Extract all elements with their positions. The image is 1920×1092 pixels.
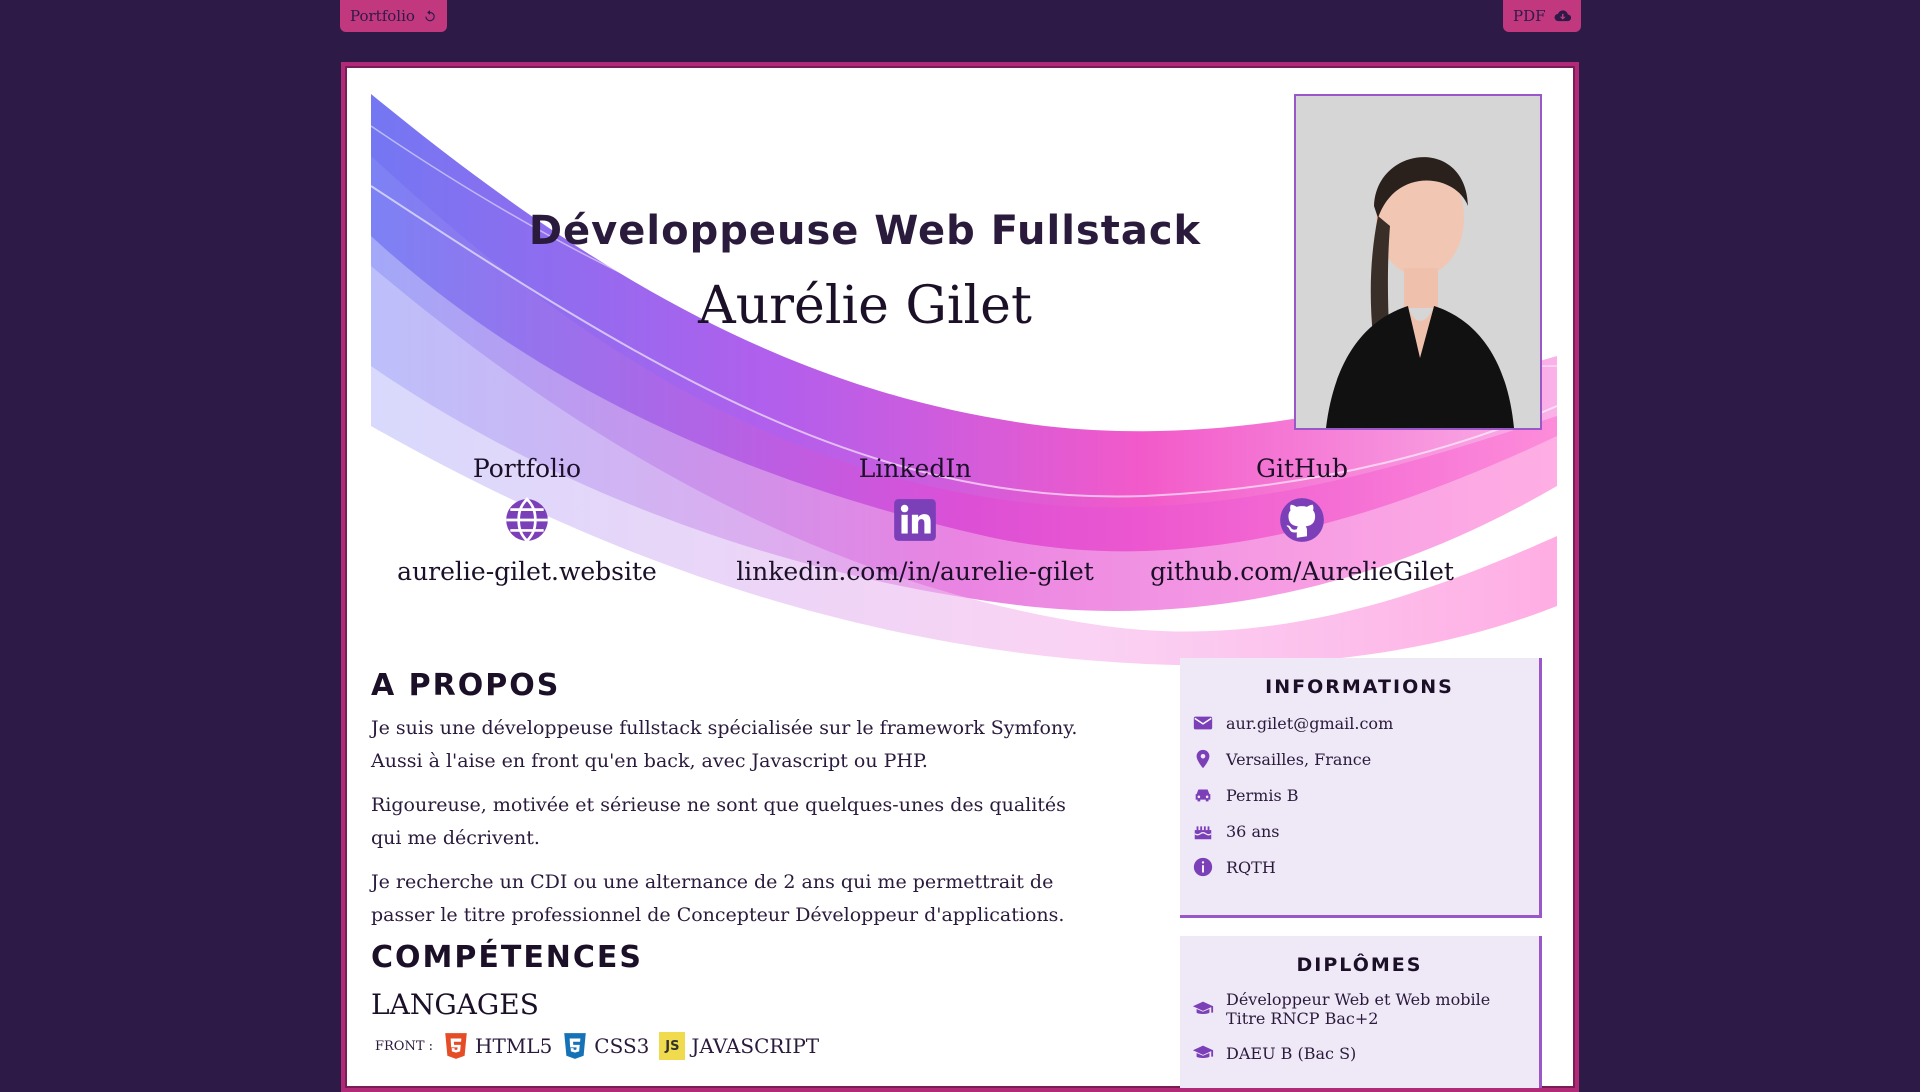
car-icon — [1195, 789, 1211, 802]
info-location: Versailles, France — [1192, 748, 1539, 770]
diploma-subtitle: Titre RNCP Bac+2 — [1226, 1009, 1379, 1028]
github-icon — [1280, 498, 1324, 542]
javascript-icon: JS — [659, 1032, 686, 1060]
info-text: Permis B — [1226, 785, 1299, 805]
portfolio-button[interactable]: Portfolio — [340, 0, 447, 32]
diploma-item: DAEU B (Bac S) — [1192, 1042, 1539, 1064]
skill-html5: HTML5 — [443, 1032, 552, 1060]
envelope-icon — [1193, 716, 1213, 730]
info-rqth: RQTH — [1192, 856, 1539, 878]
front-skills: FRONT : HTML5 CSS3 JS JAVASCRIPT — [375, 1032, 819, 1060]
contact-label: LinkedIn — [858, 454, 972, 483]
cv-page: Développeuse Web Fullstack Aurélie Gilet… — [341, 62, 1579, 1092]
full-name: Aurélie Gilet — [698, 276, 1032, 336]
cloud-download-icon — [1554, 10, 1571, 22]
informations-title: INFORMATIONS — [1265, 676, 1454, 698]
contact-portfolio: Portfolio aurelie-gilet.website — [347, 454, 707, 586]
skill-label: CSS3 — [594, 1034, 650, 1058]
front-label: FRONT : — [375, 1038, 434, 1054]
contact-linkedin: LinkedIn linkedin.com/in/aurelie-gilet — [735, 454, 1095, 586]
job-title: Développeuse Web Fullstack — [528, 208, 1202, 254]
portrait-image — [1296, 96, 1540, 428]
github-link[interactable]: github.com/AurelieGilet — [1122, 557, 1482, 586]
map-pin-icon — [1196, 749, 1210, 769]
graduation-cap-icon — [1192, 1001, 1214, 1015]
profile-photo — [1294, 94, 1542, 430]
portfolio-link[interactable]: aurelie-gilet.website — [347, 557, 707, 586]
info-license: Permis B — [1192, 784, 1539, 806]
skills-title: COMPÉTENCES — [371, 940, 644, 975]
info-text: RQTH — [1226, 857, 1276, 877]
about-paragraph: Je recherche un CDI ou une alternance de… — [371, 871, 1065, 926]
html5-icon — [445, 1033, 467, 1059]
info-text: 36 ans — [1226, 821, 1280, 841]
css3-icon — [564, 1033, 587, 1059]
skill-javascript: JS JAVASCRIPT — [659, 1032, 819, 1060]
about-title: A PROPOS — [371, 668, 561, 703]
birthday-cake-icon — [1194, 826, 1212, 840]
linkedin-link[interactable]: linkedin.com/in/aurelie-gilet — [735, 557, 1095, 586]
about-paragraph: Je suis une développeuse fullstack spéci… — [371, 717, 1078, 772]
skill-label: HTML5 — [475, 1034, 553, 1058]
informations-card: INFORMATIONS aur.gilet@gmail.com Versail… — [1180, 658, 1542, 918]
skill-css3: CSS3 — [562, 1032, 649, 1060]
contact-github: GitHub github.com/AurelieGilet — [1122, 454, 1482, 586]
linkedin-icon — [894, 499, 936, 541]
diplomas-title: DIPLÔMES — [1296, 954, 1423, 976]
globe-icon — [506, 497, 548, 543]
portfolio-button-label: Portfolio — [350, 7, 415, 25]
languages-title: LANGAGES — [371, 988, 539, 1021]
diploma-title: Développeur Web et Web mobile — [1226, 990, 1491, 1009]
contact-label: Portfolio — [472, 454, 582, 483]
diplomas-card: DIPLÔMES Développeur Web et Web mobile T… — [1180, 936, 1542, 1088]
info-age: 36 ans — [1192, 820, 1539, 842]
info-icon — [1193, 857, 1213, 877]
info-email: aur.gilet@gmail.com — [1192, 712, 1539, 734]
contact-label: GitHub — [1256, 454, 1348, 483]
graduation-cap-icon — [1192, 1045, 1214, 1059]
undo-icon — [425, 10, 435, 22]
info-text: Versailles, France — [1226, 749, 1372, 769]
skill-label: JAVASCRIPT — [691, 1034, 820, 1058]
pdf-download-button[interactable]: PDF — [1503, 0, 1581, 32]
pdf-button-label: PDF — [1513, 7, 1546, 25]
about-paragraph: Rigoureuse, motivée et sérieuse ne sont … — [371, 794, 1066, 849]
diploma-title: DAEU B (Bac S) — [1226, 1043, 1357, 1063]
info-text[interactable]: aur.gilet@gmail.com — [1226, 714, 1393, 733]
diploma-item: Développeur Web et Web mobile Titre RNCP… — [1192, 990, 1539, 1028]
